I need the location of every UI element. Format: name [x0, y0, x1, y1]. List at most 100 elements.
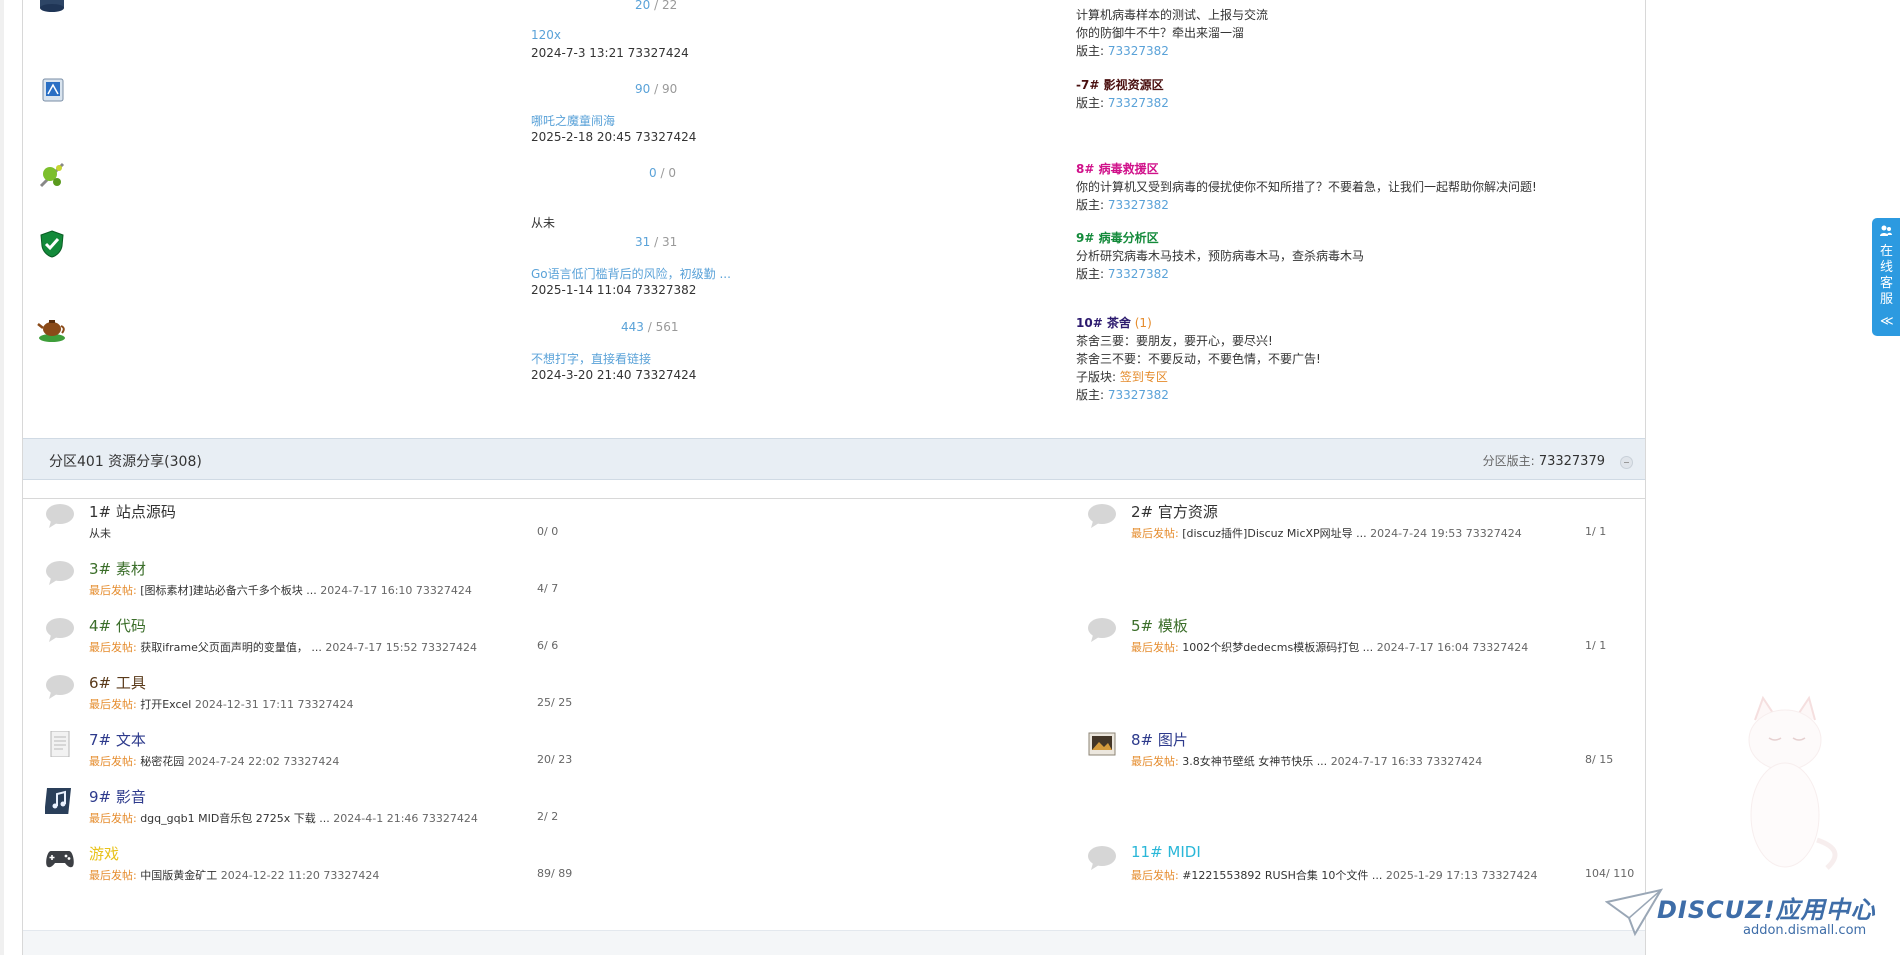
last-post-title-link[interactable]: 秘密花园 [140, 755, 188, 768]
collapse-icon[interactable] [1620, 456, 1633, 469]
moderator-name-link[interactable]: 73327382 [1104, 267, 1169, 281]
last-post-title-link[interactable]: 打开Excel [140, 698, 195, 711]
last-post-title-link[interactable]: 1002个织梦dedecms模板源码打包 ... [1182, 641, 1376, 654]
chat-bubble-icon[interactable] [45, 674, 75, 700]
last-post-title-link[interactable]: 3.8女神节壁纸 女神节快乐 ... [1182, 755, 1330, 768]
post-count: 0 [668, 166, 676, 180]
music-icon[interactable] [44, 788, 75, 814]
last-post-title-link[interactable]: #1221553892 RUSH合集 10个文件 ... [1182, 869, 1386, 882]
forum-row: 443 / 561 不想打字，直接看链接 2024-3-20 21:40 73327… [23, 300, 1645, 402]
board-name-text[interactable]: 10# 茶舍 [1076, 316, 1131, 330]
teapot-icon[interactable] [37, 314, 67, 344]
board-name-link[interactable]: 9# 影音 [89, 786, 146, 807]
category-title[interactable]: 分区401 资源分享(308) [49, 451, 202, 471]
board-name-link[interactable]: 9# 病毒分析区 [1076, 229, 1159, 246]
chat-bubble-icon[interactable] [1087, 617, 1117, 643]
count-separator: / [643, 320, 656, 334]
last-post-meta: 2024-7-17 15:52 73327424 [325, 641, 477, 654]
board-name-link[interactable]: 10# 茶舍 (1) [1076, 314, 1152, 331]
board-name-link[interactable]: 3# 素材 [89, 558, 146, 579]
last-post-meta: 2024-7-17 16:33 73327424 [1330, 755, 1483, 768]
chat-bubble-icon[interactable] [45, 503, 75, 529]
board-name-text[interactable]: -7# 影视资源区 [1076, 78, 1164, 92]
gamepad-icon[interactable] [45, 845, 75, 871]
board-name-link[interactable]: 11# MIDI [1131, 843, 1201, 861]
last-post-link[interactable]: 不想打字，直接看链接 [531, 350, 651, 367]
description-line: 茶舍三不要：不要反动，不要色情，不要广告! [1076, 352, 1321, 366]
discuz-watermark: DISCUZ!应用中心 addon.dismall.com [1605, 888, 1895, 950]
post-count: 22 [661, 0, 678, 12]
monitor-icon[interactable] [37, 76, 67, 106]
chat-bubble-icon[interactable] [45, 560, 75, 586]
resource-board: 游戏 最后发帖: 中国版黄金矿工 2024-12-22 11:20 7332742… [37, 841, 807, 898]
picture-icon[interactable] [1087, 731, 1117, 757]
description-line: 分析研究病毒木马技术，预防病毒木马，查杀病毒木马 [1076, 249, 1365, 263]
chat-bubble-icon[interactable] [45, 617, 75, 643]
board-name-text[interactable]: 8# 病毒救援区 [1076, 162, 1159, 176]
count-separator: / [650, 235, 662, 249]
last-post-title-link[interactable]: [图标素材]建站必备六千多个板块 ... [140, 584, 320, 597]
board-name-link[interactable]: 8# 图片 [1131, 729, 1188, 750]
thread-post-count: 20 / 22 [635, 0, 677, 12]
description-line: 计算机病毒样本的测试、上报与交流 [1076, 8, 1269, 22]
last-post-label: 最后发帖: [1131, 527, 1183, 540]
forum-row: 20 / 22120x2024-7-3 13:21 733274247# 病毒样… [23, 0, 1645, 60]
category-moderator-name[interactable]: 73327379 [1539, 454, 1605, 469]
board-name-link[interactable]: 1# 站点源码 [89, 501, 176, 522]
thread-count: 443 [621, 320, 644, 334]
last-post-line: 最后发帖: 打开Excel 2024-12-31 17:11 73327424 [89, 696, 353, 712]
forum-row: 0 / 0 从未 8# 病毒救援区 你的计算机又受到病毒的侵扰使你不知所措了？不要着急… [23, 146, 1645, 230]
resource-board: 6# 工具最后发帖: 打开Excel 2024-12-31 17:11 7332… [37, 670, 807, 727]
thread-post-count: 0/ 0 [537, 525, 559, 538]
board-name-link[interactable]: 6# 工具 [89, 672, 146, 693]
last-post-title-link[interactable]: 获取iframe父页面声明的变量值， ... [140, 641, 325, 654]
online-service-tab[interactable]: 在线客服 ≪ [1872, 218, 1900, 336]
board-name-link[interactable]: 游戏 [89, 843, 119, 864]
watermark-brand: DISCUZ!应用中心 [1657, 896, 1876, 924]
last-post-title-link[interactable]: [discuz插件]Discuz MicXP网址导 ... [1182, 527, 1370, 540]
board-name-link[interactable]: 8# 病毒救援区 [1076, 160, 1159, 177]
board-name-link[interactable]: 4# 代码 [89, 615, 146, 636]
description-line: 茶舍三要：要朋友，要开心，要尽兴! [1076, 334, 1273, 348]
last-post-label: 最后发帖: [1131, 869, 1183, 882]
resource-board: 4# 代码 最后发帖: 获取iframe父页面声明的变量值， ... 2024-7… [37, 613, 807, 670]
board-description: 计算机病毒样本的测试、上报与交流 你的防御牛不牛？牵出来溜一溜 版主: 733273… [1076, 6, 1268, 60]
last-post-link[interactable]: Go语言低门槛背后的风险，初级勤 ... [531, 265, 731, 282]
moderator-name-link[interactable]: 73327382 [1104, 44, 1169, 58]
board-description: 版主: 73327382 [1076, 94, 1169, 112]
count-separator: / [650, 82, 662, 96]
moderator-name-link[interactable]: 73327382 [1104, 96, 1169, 110]
last-post-title-link[interactable]: 中国版黄金矿工 [140, 869, 221, 882]
database-icon[interactable] [37, 0, 67, 18]
chevron-left-icon[interactable]: ≪ [1880, 314, 1894, 329]
last-post-meta: 2024-12-22 11:20 73327424 [220, 869, 380, 882]
last-post-meta: 2024-7-24 19:53 73327424 [1370, 527, 1522, 540]
category-name[interactable]: 分区401 资源分享 [49, 454, 164, 470]
last-post-link[interactable]: 哪吒之魔童闹海 [531, 112, 615, 129]
last-post-line: 从未 [89, 525, 111, 541]
moderator-label: 版主: [1076, 96, 1105, 110]
last-post-label: 最后发帖: [1131, 755, 1183, 768]
board-name-text[interactable]: 9# 病毒分析区 [1076, 231, 1159, 245]
last-post-meta: 2024-4-1 21:46 73327424 [333, 812, 478, 825]
board-name-link[interactable]: 7# 文本 [89, 729, 146, 750]
last-post-title-link[interactable]: dgq_gqb1 MID音乐包 2725x 下载 ... [140, 812, 333, 825]
board-name-link[interactable]: -7# 影视资源区 [1076, 76, 1164, 93]
shield-check-icon[interactable] [37, 229, 67, 259]
document-icon[interactable] [45, 730, 75, 758]
last-post-link[interactable]: 120x [531, 28, 561, 42]
moderator-name-link[interactable]: 73327382 [1104, 198, 1169, 212]
forum-content: 20 / 22120x2024-7-3 13:21 733274247# 病毒样… [22, 0, 1646, 955]
page-left-rule [0, 0, 4, 955]
chat-bubble-icon[interactable] [1087, 845, 1117, 871]
resource-board: 9# 影音最后发帖: dgq_gqb1 MID音乐包 2725x 下载 ... … [37, 784, 807, 841]
board-name-link[interactable]: 2# 官方资源 [1131, 501, 1218, 522]
moderator-name-link[interactable]: 73327382 [1104, 388, 1169, 402]
board-name-link[interactable]: 5# 模板 [1131, 615, 1188, 636]
last-post-line: 最后发帖: dgq_gqb1 MID音乐包 2725x 下载 ... 2024-… [89, 810, 478, 826]
virus-tools-icon[interactable] [37, 160, 67, 190]
sub-board-link[interactable]: 签到专区 [1116, 370, 1168, 384]
category-divider [23, 481, 1645, 499]
chat-bubble-icon[interactable] [1087, 503, 1117, 529]
users-icon [1880, 225, 1892, 236]
